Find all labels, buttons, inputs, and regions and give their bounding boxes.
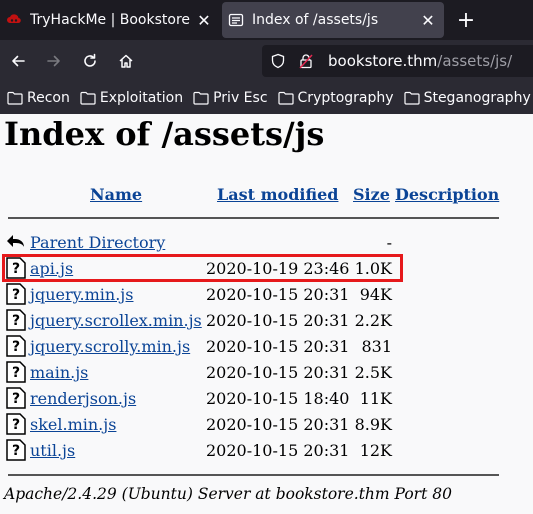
- page-title: Index of /assets/js: [4, 115, 325, 153]
- bookmark-priv-esc[interactable]: Priv Esc: [186, 85, 270, 111]
- tab-title: TryHackMe | Bookstore: [30, 12, 191, 28]
- tab-title: Index of /assets/js: [252, 12, 379, 28]
- svg-text:?: ?: [12, 417, 20, 433]
- unknown-file-icon: ?: [6, 387, 26, 409]
- file-modified: 2020-10-15 20:31: [206, 363, 350, 382]
- file-link[interactable]: jquery.min.js: [30, 285, 133, 304]
- bookmark-label: Recon: [27, 90, 70, 106]
- url-bar[interactable]: bookstore.thm/assets/js/: [262, 45, 533, 77]
- file-size: 2.2K: [354, 311, 392, 330]
- parent-directory-link[interactable]: Parent Directory: [30, 233, 165, 252]
- folder-icon: [403, 91, 420, 105]
- bookmark-exploitation[interactable]: Exploitation: [73, 85, 186, 111]
- reload-icon[interactable]: [76, 47, 104, 75]
- file-size: 11K: [359, 389, 392, 408]
- folder-icon: [80, 91, 96, 105]
- file-link[interactable]: util.js: [30, 441, 75, 460]
- close-tab-icon[interactable]: ✕: [192, 8, 216, 32]
- bookmarks-toolbar: Recon Exploitation Priv Esc Cryptography…: [0, 82, 533, 114]
- file-link[interactable]: jquery.scrollex.min.js: [30, 311, 202, 330]
- url-text[interactable]: bookstore.thm/assets/js/: [328, 52, 512, 70]
- sort-by-modified-link[interactable]: Last modified: [217, 185, 338, 204]
- file-modified: 2020-10-15 20:31: [206, 337, 350, 356]
- directory-listing-page: Index of /assets/js Name Last modified S…: [0, 114, 533, 514]
- home-icon[interactable]: [112, 47, 140, 75]
- folder-icon: [277, 91, 294, 105]
- file-link[interactable]: skel.min.js: [30, 415, 116, 434]
- folder-index-icon: [228, 13, 244, 27]
- svg-text:?: ?: [12, 365, 20, 381]
- bookmark-recon[interactable]: Recon: [0, 85, 73, 111]
- file-modified: 2020-10-15 20:31: [206, 285, 350, 304]
- unknown-file-icon: ?: [6, 335, 26, 357]
- folder-icon: [193, 91, 209, 105]
- file-size: 8.9K: [354, 415, 392, 434]
- lock-icon[interactable]: [298, 53, 314, 69]
- forward-icon[interactable]: [40, 47, 68, 75]
- parent-directory-row: Parent Directory -: [4, 230, 504, 256]
- unknown-file-icon: ?: [6, 283, 26, 305]
- unknown-file-icon: ?: [6, 413, 26, 435]
- back-arrow-icon: [7, 235, 24, 247]
- file-modified: 2020-10-15 18:40: [206, 389, 350, 408]
- browser-chrome: TryHackMe | Bookstore ✕ Index of /assets…: [0, 0, 533, 114]
- url-host: bookstore.thm: [328, 52, 438, 70]
- file-link[interactable]: renderjson.js: [30, 389, 136, 408]
- bookmark-cryptography[interactable]: Cryptography: [271, 85, 397, 111]
- close-tab-icon[interactable]: ✕: [416, 8, 440, 32]
- file-size: 12K: [359, 441, 392, 460]
- highlight-box: [2, 254, 403, 282]
- file-modified: 2020-10-15 20:31: [206, 441, 350, 460]
- url-path: /assets/js/: [437, 52, 513, 70]
- file-modified: 2020-10-15 20:31: [206, 415, 350, 434]
- sort-by-name-link[interactable]: Name: [90, 185, 142, 204]
- tab-tryhackme[interactable]: TryHackMe | Bookstore ✕: [0, 2, 220, 38]
- folder-icon: [7, 91, 23, 105]
- svg-text:?: ?: [12, 391, 20, 407]
- shield-icon[interactable]: [270, 53, 286, 69]
- tab-index-assets-js[interactable]: Index of /assets/js ✕: [222, 2, 444, 38]
- unknown-file-icon: ?: [6, 439, 26, 461]
- svg-text:?: ?: [12, 287, 20, 303]
- new-tab-button[interactable]: +: [452, 6, 480, 34]
- file-link[interactable]: jquery.scrolly.min.js: [30, 337, 190, 356]
- file-size: 94K: [359, 285, 392, 304]
- sort-by-description-link[interactable]: Description: [395, 185, 499, 204]
- file-row: ? util.js 2020-10-15 20:31 12K: [4, 438, 504, 464]
- bookmark-label: Exploitation: [99, 90, 184, 106]
- file-row: ? jquery.scrolly.min.js 2020-10-15 20:31…: [4, 334, 504, 360]
- file-row: ? jquery.min.js 2020-10-15 20:31 94K: [4, 282, 504, 308]
- svg-text:?: ?: [12, 313, 20, 329]
- file-row: ? jquery.scrollex.min.js 2020-10-15 20:3…: [4, 308, 504, 334]
- file-modified: 2020-10-15 20:31: [206, 311, 350, 330]
- file-row: ? main.js 2020-10-15 20:31 2.5K: [4, 360, 504, 386]
- bookmark-steganography[interactable]: Steganography: [397, 85, 533, 111]
- file-size: 831: [361, 337, 392, 356]
- svg-text:?: ?: [12, 443, 20, 459]
- bookmark-label: Priv Esc: [213, 90, 268, 106]
- sort-by-size-link[interactable]: Size: [353, 185, 390, 204]
- unknown-file-icon: ?: [6, 361, 26, 383]
- tryhackme-logo-icon: [7, 14, 21, 24]
- parent-size: -: [386, 233, 392, 252]
- bookmark-label: Cryptography: [297, 90, 394, 106]
- file-row: ? renderjson.js 2020-10-15 18:40 11K: [4, 386, 504, 412]
- unknown-file-icon: ?: [6, 309, 26, 331]
- bookmark-label: Steganography: [423, 90, 531, 106]
- file-size: 2.5K: [354, 363, 392, 382]
- navigation-toolbar: bookstore.thm/assets/js/: [0, 40, 533, 82]
- divider: [8, 217, 499, 219]
- back-icon[interactable]: [4, 47, 32, 75]
- svg-text:?: ?: [12, 339, 20, 355]
- server-signature: Apache/2.4.29 (Ubuntu) Server at booksto…: [4, 485, 452, 503]
- file-row: ? skel.min.js 2020-10-15 20:31 8.9K: [4, 412, 504, 438]
- divider: [8, 474, 499, 476]
- tab-bar: TryHackMe | Bookstore ✕ Index of /assets…: [0, 0, 533, 40]
- file-link[interactable]: main.js: [30, 363, 88, 382]
